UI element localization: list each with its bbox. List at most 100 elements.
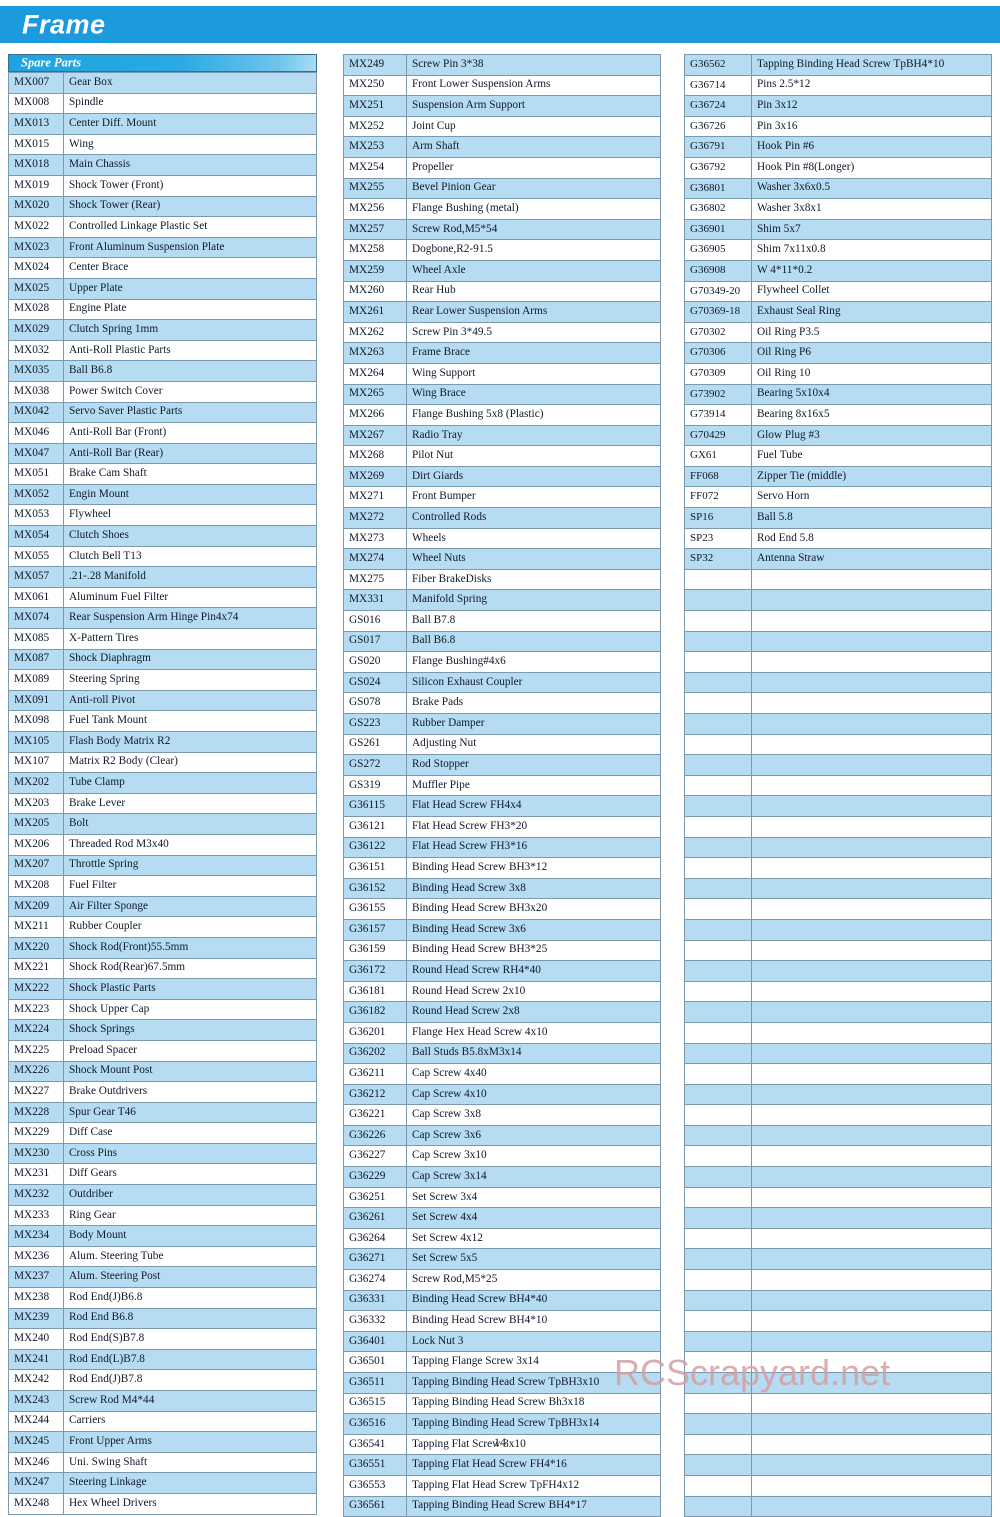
part-description-cell: Ring Gear [63,1204,317,1227]
part-code-cell: MX234 [8,1225,64,1247]
table-row: G36332 Binding Head Screw BH4*10 [343,1310,661,1332]
table-row: MX202 Tube Clamp [8,772,317,794]
part-description-cell: Pin 3x12 [751,95,992,117]
table-row: G36401 Lock Nut 3 [343,1330,661,1353]
part-description-cell: Wheels [406,527,661,550]
table-row [684,1372,992,1394]
part-code-cell: G70309 [684,362,752,385]
table-row: G36802 Washer 3x8x1 [684,198,992,220]
part-code-cell: G36908 [684,259,752,282]
table-row: MX239 Rod End B6.8 [8,1307,317,1330]
part-code-cell: GS272 [343,754,407,776]
part-description-cell: Screw Pin 3*38 [406,54,661,76]
part-code-cell: MX239 [8,1307,64,1330]
part-code-cell: G36791 [684,136,752,158]
table-row: MX222 Shock Plastic Parts [8,978,317,1000]
part-code-cell [684,754,752,776]
table-row: G36202 Ball Studs B5.8xM3x14 [343,1042,661,1065]
parts-table-2: MX249 Screw Pin 3*38 MX250 Front Lower Susp… [343,54,661,1517]
part-code-cell [684,1495,752,1517]
part-code-cell: MX225 [8,1039,64,1062]
table-row [684,1083,992,1106]
part-code-cell: G73902 [684,383,752,406]
part-description-cell: Flash Body Matrix R2 [63,731,317,753]
table-row [684,1330,992,1353]
part-description-cell: Outdriber [63,1184,317,1206]
table-row [684,918,992,941]
part-code-cell: MX264 [343,362,407,385]
table-row: MX258 Dogbone,R2-91.5 [343,239,661,261]
table-row: GS261 Adjusting Nut [343,733,661,756]
part-code-cell [684,713,752,735]
table-row: G36201 Flange Hex Head Screw 4x10 [343,1021,661,1044]
part-code-cell: MX259 [343,259,407,282]
part-description-cell: Washer 3x8x1 [751,198,992,220]
parts-column-1: Spare Parts MX007 Gear Box MX008 Spindle MX0… [8,54,317,1515]
part-code-cell: MX051 [8,463,64,485]
table-row [684,610,992,632]
table-row: MX274 Wheel Nuts [343,548,661,570]
table-row: G36792 Hook Pin #8(Longer) [684,156,992,179]
part-code-cell: MX236 [8,1245,64,1268]
table-row [684,1310,992,1332]
table-row: MX252 Joint Cup [343,115,661,138]
table-row [684,1289,992,1312]
part-code-cell: MX251 [343,95,407,117]
table-row: MX256 Flange Bushing (metal) [343,198,661,220]
part-code-cell: MX007 [8,72,64,94]
part-description-cell [751,898,992,920]
table-row: G36151 Binding Head Screw BH3*12 [343,857,661,879]
part-code-cell [684,1021,752,1044]
part-description-cell [751,836,992,859]
part-description-cell: Pin 3x16 [751,115,992,138]
part-description-cell: Engine Plate [63,298,317,321]
part-description-cell: Bolt [63,813,317,835]
part-description-cell: Flat Head Screw FH3*16 [406,836,661,859]
part-description-cell [751,1351,992,1373]
part-description-cell: W 4*11*0.2 [751,259,992,282]
part-code-cell: MX223 [8,998,64,1021]
table-row [684,795,992,817]
part-code-cell: MX203 [8,792,64,815]
table-row: G36271 Set Screw 5x5 [343,1248,661,1271]
part-code-cell: G36155 [343,898,407,920]
part-code-cell: SP32 [684,548,752,570]
part-code-cell: MX053 [8,504,64,527]
part-code-cell: MX107 [8,751,64,774]
part-description-cell: Servo Saver Plastic Parts [63,401,317,424]
table-row [684,939,992,962]
part-code-cell: GS024 [343,671,407,694]
table-row: G36274 Screw Rod,M5*25 [343,1269,661,1291]
part-code-cell: MX208 [8,875,64,897]
part-description-cell: Center Diff. Mount [63,113,317,135]
part-code-cell: MX258 [343,239,407,261]
table-row: G36181 Round Head Screw 2x10 [343,980,661,1003]
table-row: MX055 Clutch Bell T13 [8,545,317,568]
table-row: G36221 Cap Screw 3x8 [343,1104,661,1126]
table-row: MX225 Preload Spacer [8,1039,317,1062]
part-code-cell: MX055 [8,545,64,568]
part-code-cell: MX209 [8,895,64,918]
table-row: G36724 Pin 3x12 [684,95,992,117]
part-description-cell: Clutch Spring 1mm [63,319,317,341]
table-row [684,960,992,982]
part-code-cell: MX243 [8,1390,64,1412]
part-code-cell [684,1104,752,1126]
parts-table-1: MX007 Gear Box MX008 Spindle MX013 Center Dif… [8,72,317,1515]
part-description-cell: Controlled Linkage Plastic Set [63,216,317,238]
part-code-cell [684,692,752,714]
part-description-cell: Flywheel [63,504,317,527]
part-description-cell: Shock Tower (Front) [63,174,317,197]
table-row: MX203 Brake Lever [8,792,317,815]
part-description-cell [751,630,992,653]
part-code-cell: G36227 [343,1145,407,1168]
table-row [684,1269,992,1291]
table-row: G36261 Set Screw 4x4 [343,1207,661,1229]
part-code-cell: MX266 [343,404,407,426]
part-code-cell: MX229 [8,1122,64,1144]
table-row: MX227 Brake Outdrivers [8,1081,317,1103]
parts-table-3: G36562 Tapping Binding Head Screw TpBH4*1… [684,54,992,1517]
part-description-cell: Rod End B6.8 [63,1307,317,1330]
part-description-cell: Cap Screw 4x10 [406,1083,661,1106]
table-row: MX263 Frame Brace [343,342,661,364]
